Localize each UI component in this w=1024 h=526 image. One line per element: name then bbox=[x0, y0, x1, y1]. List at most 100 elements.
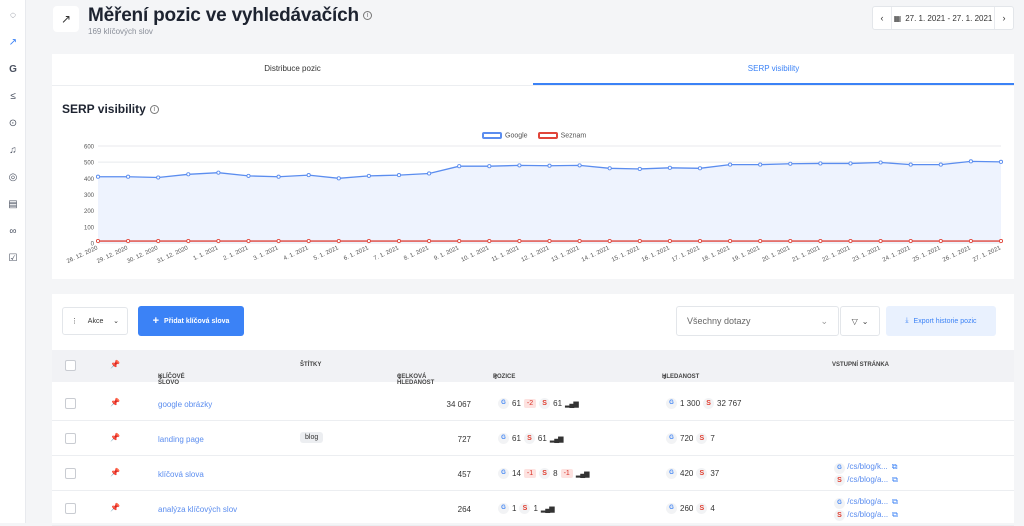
seznam-icon: S bbox=[703, 398, 715, 409]
bar-chart-icon[interactable]: ▂▄▆ bbox=[576, 470, 590, 478]
target-icon[interactable]: ⊙ bbox=[7, 118, 19, 130]
keyword-link[interactable]: analýza klíčových slov bbox=[158, 505, 237, 514]
table-row[interactable]: 📌 analýza klíčových slov 264 G1 S1 ▂▄▆ G… bbox=[52, 491, 1014, 526]
google-area bbox=[98, 161, 1001, 243]
actions-dropdown[interactable]: ⋮ Akce ⌄ bbox=[62, 307, 128, 335]
landing-page-link[interactable]: /cs/blog/a... bbox=[847, 497, 888, 506]
seznam-position: 8 bbox=[553, 469, 558, 478]
col-tags: ŠTÍTKY bbox=[300, 362, 322, 368]
searches-cell: G 260 S4 bbox=[666, 503, 715, 514]
position-cell: G 61 S 61 ▂▄▆ bbox=[498, 433, 564, 444]
chevron-down-icon: ⌄ bbox=[861, 316, 869, 326]
landing-page-cell: G /cs/blog/k... ⧉ S /cs/blog/a... ⧉ bbox=[834, 461, 898, 486]
seznam-position: 61 bbox=[553, 399, 563, 408]
data-point-google bbox=[306, 173, 311, 178]
row-checkbox[interactable] bbox=[65, 503, 76, 514]
landing-page-link[interactable]: /cs/blog/a... bbox=[847, 510, 888, 519]
pin-icon[interactable]: 📌 bbox=[110, 503, 120, 512]
table-row[interactable]: 📌 landing page blog 727 G 61 S 61 ▂▄▆ G 720… bbox=[52, 421, 1014, 456]
next-date-button[interactable]: › bbox=[995, 13, 1013, 23]
filter-button[interactable]: ▽ ⌄ bbox=[840, 306, 880, 336]
prev-date-button[interactable]: ‹ bbox=[873, 13, 891, 23]
landing-page-google[interactable]: G /cs/blog/a... ⧉ bbox=[834, 496, 898, 509]
data-point-google bbox=[276, 174, 281, 179]
keywords-table-card: ⋮ Akce ⌄ + Přidat klíčová slova Všechny dot… bbox=[52, 294, 1014, 526]
data-point-google bbox=[216, 170, 221, 175]
google-icon: G bbox=[498, 468, 509, 479]
google-icon: G bbox=[834, 463, 845, 474]
actions-label: Akce bbox=[87, 317, 104, 325]
pin-icon[interactable]: 📌 bbox=[110, 398, 120, 407]
seznam-icon: S bbox=[834, 475, 845, 486]
external-link-icon[interactable]: ⧉ bbox=[892, 497, 898, 506]
landing-page-google[interactable]: G /cs/blog/k... ⧉ bbox=[834, 461, 898, 474]
data-point-google bbox=[667, 165, 672, 170]
loading-icon[interactable]: ◌ bbox=[7, 10, 19, 22]
pin-icon[interactable]: 📌 bbox=[110, 433, 120, 442]
landing-page-seznam[interactable]: S /cs/blog/a... ⧉ bbox=[834, 474, 898, 486]
date-range-button[interactable]: ▦ 27. 1. 2021 - 27. 1. 2021 bbox=[891, 7, 995, 29]
table-row[interactable]: 📌 google obrázky 34 067 G 61 -2 S 61 ▂▄▆ G… bbox=[52, 386, 1014, 421]
data-point-google bbox=[968, 159, 973, 164]
google-icon: G bbox=[498, 433, 509, 444]
tab-distribuce-pozic[interactable]: Distribuce pozic bbox=[52, 54, 533, 85]
google-icon: G bbox=[666, 398, 677, 409]
link-icon[interactable]: ∞ bbox=[7, 226, 19, 238]
data-point-google bbox=[607, 166, 612, 171]
x-tick-label: 3. 1. 2021 bbox=[253, 245, 280, 262]
keyword-link[interactable]: google obrázky bbox=[158, 400, 212, 409]
bar-chart-icon[interactable]: ▂▄▆ bbox=[550, 435, 564, 443]
google-change-badge: -1 bbox=[523, 469, 537, 478]
bell-icon[interactable]: ♫ bbox=[7, 145, 19, 157]
pin-icon[interactable]: 📌 bbox=[110, 468, 120, 477]
data-point-seznam bbox=[938, 239, 943, 244]
external-link-icon[interactable]: ⧉ bbox=[892, 475, 898, 484]
seznam-icon[interactable]: ≤ bbox=[7, 91, 19, 103]
keyword-link[interactable]: landing page bbox=[158, 435, 204, 444]
table-row[interactable]: 📌 klíčová slova 457 G 14 -1 S8 -1 ▂▄▆ G 42… bbox=[52, 456, 1014, 491]
seznam-icon: S bbox=[696, 433, 708, 444]
seznam-searches: 4 bbox=[710, 504, 715, 513]
layers-icon[interactable]: ◎ bbox=[7, 172, 19, 184]
data-point-google bbox=[487, 164, 492, 169]
landing-page-seznam[interactable]: S /cs/blog/a... ⧉ bbox=[834, 509, 898, 521]
landing-page-cell: G /cs/blog/a... ⧉ S /cs/blog/a... ⧉ bbox=[834, 496, 898, 521]
serp-visibility-chart: 010020030040050060026. 12. 202029. 12. 2… bbox=[66, 145, 1004, 265]
data-point-google bbox=[517, 163, 522, 168]
list-icon[interactable]: ▤ bbox=[7, 199, 19, 211]
data-point-google bbox=[336, 176, 341, 181]
google-icon: G bbox=[666, 433, 677, 444]
y-tick-label: 500 bbox=[84, 161, 95, 167]
col-landing: VSTUPNÍ STRÁNKA bbox=[832, 362, 890, 368]
bar-chart-icon[interactable]: ▂▄▆ bbox=[541, 505, 555, 513]
export-history-button[interactable]: ⤓ Export historie pozic bbox=[886, 306, 996, 336]
google-icon: G bbox=[498, 503, 509, 514]
query-select[interactable]: Všechny dotazy ⌄ bbox=[676, 306, 839, 336]
google-icon[interactable]: G bbox=[7, 64, 19, 76]
checkbox-icon[interactable]: ☑ bbox=[7, 253, 19, 265]
row-checkbox[interactable] bbox=[65, 433, 76, 444]
row-checkbox[interactable] bbox=[65, 468, 76, 479]
external-link-icon[interactable]: ⧉ bbox=[892, 510, 898, 519]
seznam-icon: S bbox=[523, 433, 535, 444]
data-point-seznam bbox=[427, 239, 432, 244]
data-point-seznam bbox=[396, 239, 402, 244]
landing-page-link[interactable]: /cs/blog/k... bbox=[847, 462, 887, 471]
select-all-checkbox[interactable] bbox=[65, 360, 76, 371]
keyword-link[interactable]: klíčová slova bbox=[158, 470, 204, 479]
external-link-icon[interactable]: ⧉ bbox=[892, 462, 898, 471]
x-tick-label: 11. 1. 2021 bbox=[491, 245, 521, 263]
pin-icon: 📌 bbox=[110, 360, 120, 369]
landing-page-link[interactable]: /cs/blog/a... bbox=[847, 475, 888, 484]
seznam-position: 61 bbox=[537, 434, 547, 443]
x-tick-label: 14. 1. 2021 bbox=[581, 245, 611, 263]
bar-chart-icon[interactable]: ▂▄▆ bbox=[565, 400, 579, 408]
x-tick-label: 12. 1. 2021 bbox=[521, 245, 551, 263]
info-icon[interactable]: i bbox=[362, 11, 372, 21]
row-checkbox[interactable] bbox=[65, 398, 76, 409]
tab-serp-visibility[interactable]: SERP visibility bbox=[533, 54, 1014, 85]
x-tick-label: 23. 1. 2021 bbox=[852, 245, 882, 263]
add-keywords-button[interactable]: + Přidat klíčová slova bbox=[138, 306, 244, 336]
trending-up-icon[interactable]: ↗ bbox=[7, 37, 19, 49]
tag-badge[interactable]: blog bbox=[300, 432, 324, 443]
